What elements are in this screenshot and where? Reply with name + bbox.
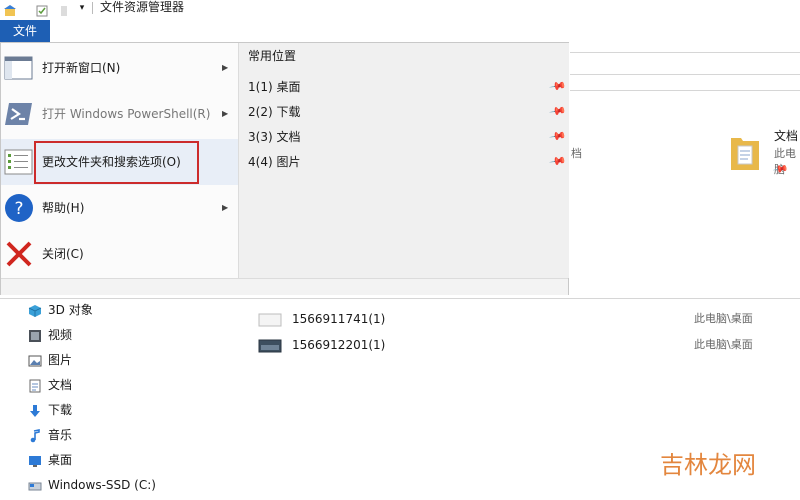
menu-item-label: 打开新窗口(N) [42,61,121,75]
music-icon [28,428,42,443]
frequent-place-label: 4(4) 图片 [248,155,301,169]
pin-icon[interactable]: 📌 [549,77,568,96]
frequent-places-title: 常用位置 [248,49,297,63]
file-menu-footer [1,278,568,295]
new-folder-icon[interactable] [58,2,70,16]
title-separator [92,2,93,14]
nav-item-label: 文档 [48,378,73,392]
file-menu: 打开新窗口(N) ▶ 打开 Windows PowerShell(R) ▶ 更改… [0,42,569,295]
nav-item-label: 3D 对象 [48,303,93,317]
recent-file-row[interactable]: 1566911741(1) 此电脑\桌面 [258,306,778,332]
frequent-place-label: 2(2) 下载 [248,105,301,119]
menu-item-help[interactable]: ? 帮助(H) ▶ [1,185,238,231]
drive-icon [28,478,42,492]
close-icon [4,239,34,269]
nav-item-label: Windows-SSD (C:) [48,478,156,492]
powershell-icon [4,99,34,129]
options-icon [4,147,34,177]
ribbon-divider [570,52,800,53]
frequent-place-label: 3(3) 文档 [248,130,301,144]
nav-item-label: 桌面 [48,453,73,467]
nav-item-label: 下载 [48,403,73,417]
file-location: 此电脑\桌面 [694,338,753,351]
window-title: 文件资源管理器 [100,0,185,14]
menu-item-open-powershell[interactable]: 打开 Windows PowerShell(R) ▶ [1,91,238,137]
pin-icon[interactable]: 📌 [549,102,568,121]
new-window-icon [4,53,34,83]
nav-item-label: 音乐 [48,428,73,442]
recent-file-row[interactable]: 1566912201(1) 此电脑\桌面 [258,332,778,358]
folder-tile-partial-label: 档 [571,147,582,160]
documents-folder-icon[interactable] [730,132,760,172]
properties-icon[interactable] [36,2,48,17]
frequent-place-item[interactable]: 1(1) 桌面 📌 [239,75,570,100]
help-icon: ? [4,193,34,223]
pin-icon[interactable]: 📌 [549,152,568,171]
address-bar-border-bottom [570,90,800,91]
documents-icon [28,378,42,393]
highlight-annotation [34,141,199,184]
image-file-icon [258,338,282,353]
nav-item-label: 视频 [48,328,73,342]
menu-item-label: 帮助(H) [42,201,85,215]
frequent-place-label: 1(1) 桌面 [248,80,301,94]
videos-icon [28,328,42,342]
documents-tile-name: 文档 [774,129,799,143]
3d-objects-icon [28,303,42,317]
watermark: 吉林龙网 [660,451,756,479]
submenu-arrow-icon: ▶ [222,109,229,118]
file-name: 1566912201(1) [292,338,386,352]
file-tab[interactable]: 文件 [0,20,50,42]
address-bar-border [570,74,800,75]
submenu-arrow-icon: ▶ [222,203,229,212]
image-file-icon [258,312,282,327]
menu-item-label: 打开 Windows PowerShell(R) [42,107,211,121]
pictures-icon [28,353,42,367]
frequent-place-item[interactable]: 3(3) 文档 📌 [239,125,570,150]
file-name: 1566911741(1) [292,312,386,326]
home-icon[interactable] [4,2,16,16]
title-bar: ▾ 文件资源管理器 [0,0,800,18]
pin-icon[interactable]: 📌 [549,127,568,146]
frequent-place-item[interactable]: 4(4) 图片 📌 [239,150,570,175]
menu-item-label: 关闭(C) [42,247,84,261]
menu-item-open-new-window[interactable]: 打开新窗口(N) ▶ [1,45,238,91]
section-divider [0,298,800,299]
frequent-place-item[interactable]: 2(2) 下载 📌 [239,100,570,125]
desktop-icon [28,453,42,467]
frequent-places-pane: 常用位置 1(1) 桌面 📌 2(2) 下载 📌 3(3) 文档 📌 4(4) … [238,43,569,278]
svg-text:?: ? [14,199,23,219]
menu-item-close[interactable]: 关闭(C) [1,231,238,277]
file-location: 此电脑\桌面 [694,312,753,325]
downloads-icon [28,403,42,417]
submenu-arrow-icon: ▶ [222,63,229,72]
qat-dropdown-icon[interactable]: ▾ [76,2,88,14]
nav-item-label: 图片 [48,353,73,367]
